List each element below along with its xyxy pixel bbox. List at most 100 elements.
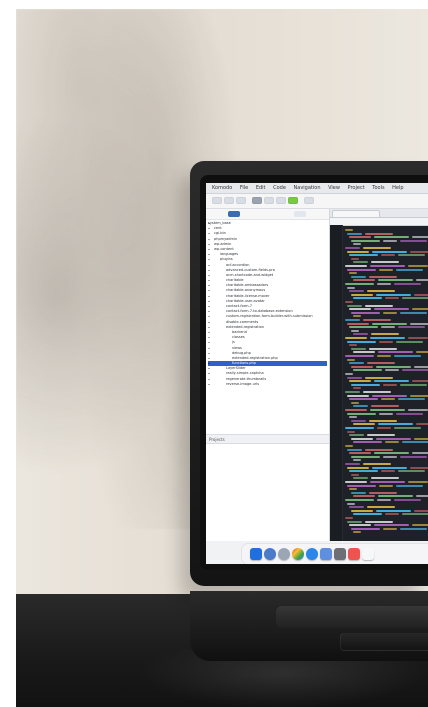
code-line: [351, 365, 373, 368]
code-line: [347, 286, 355, 289]
code-line: [372, 466, 407, 469]
pane-tab-active: [228, 211, 240, 217]
code-line: [378, 351, 413, 354]
code-line: [408, 409, 428, 411]
code-line: [398, 470, 425, 473]
code-line: [410, 394, 428, 397]
projects-pane: [206, 445, 329, 541]
code-line: [410, 250, 428, 253]
code-line: [351, 383, 380, 386]
code-line: [351, 527, 380, 530]
code-line: [353, 531, 361, 534]
code-line: [416, 279, 428, 282]
menu-item: File: [239, 185, 249, 191]
code-line: [383, 239, 397, 242]
code-line: [377, 427, 391, 429]
dock: [242, 544, 428, 564]
code-line: [377, 283, 391, 285]
code-line: [412, 452, 428, 455]
code-line: [345, 427, 374, 429]
code-line: [416, 423, 428, 426]
code-line: [351, 275, 366, 278]
code-line: [394, 499, 421, 501]
code-line: [398, 254, 425, 257]
code-line: [345, 247, 360, 249]
code-line: [371, 405, 399, 408]
code-line: [347, 412, 376, 415]
keyboard: [276, 606, 428, 628]
menu-item: Code: [273, 185, 286, 191]
code-line: [402, 369, 428, 372]
code-area: [343, 225, 428, 541]
code-line: [353, 459, 361, 462]
code-line: [383, 527, 397, 530]
code-line: [351, 473, 359, 476]
code-line: [351, 401, 359, 404]
chrome-icon: [292, 548, 304, 560]
code-line: [367, 434, 395, 437]
code-line: [353, 405, 368, 408]
code-line: [347, 394, 369, 397]
code-line: [351, 491, 366, 494]
project-pane: system_base cent cgi-bin phpmyadmin wp-a…: [206, 209, 330, 541]
code-line: [408, 337, 428, 339]
code-line: [377, 499, 391, 501]
code-line: [365, 304, 393, 307]
siri-icon: [264, 548, 276, 560]
code-line: [410, 466, 428, 469]
code-line: [353, 243, 361, 246]
code-line: [416, 351, 428, 354]
code-line: [378, 279, 413, 282]
code-line: [345, 319, 360, 321]
code-line: [371, 333, 399, 336]
code-line: [383, 455, 397, 458]
code-line: [349, 254, 378, 257]
code-line: [379, 268, 393, 271]
code-line: [370, 337, 405, 339]
code-line: [379, 340, 393, 343]
pane-tab: [294, 211, 306, 217]
laptop-bezel: Komodo File Edit Code Navigation View Pr…: [200, 175, 428, 570]
toolbar-button: [212, 197, 222, 204]
menu-item: Navigation: [293, 185, 321, 191]
code-line: [369, 491, 397, 494]
toolbar-button: [304, 197, 314, 204]
code-line: [385, 369, 399, 372]
code-line: [345, 391, 360, 393]
mail-icon: [320, 548, 332, 560]
code-line: [351, 239, 380, 242]
code-line: [347, 502, 355, 505]
code-line: [347, 466, 369, 469]
code-line: [349, 362, 364, 365]
code-line: [353, 261, 368, 264]
code-line: [408, 481, 428, 483]
code-line: [347, 340, 376, 343]
code-line: [347, 430, 355, 433]
menu-item: Tools: [372, 185, 385, 191]
code-line: [367, 362, 395, 365]
code-line: [370, 409, 405, 411]
file-tree: system_base cent cgi-bin phpmyadmin wp-a…: [208, 221, 327, 431]
code-line: [374, 236, 409, 239]
calendar-icon: [348, 548, 360, 560]
code-line: [394, 427, 421, 429]
code-line: [374, 452, 409, 455]
laptop-screen: Komodo File Edit Code Navigation View Pr…: [206, 183, 428, 564]
code-line: [345, 373, 353, 375]
code-line: [349, 308, 371, 311]
code-line: [365, 376, 393, 379]
projects-header: Projects: [206, 434, 329, 444]
code-line: [349, 434, 364, 437]
code-line: [367, 506, 395, 509]
code-line: [377, 355, 391, 357]
code-line: [394, 355, 421, 357]
code-line: [376, 437, 411, 440]
launchpad-icon: [278, 548, 290, 560]
menu-item: Edit: [255, 185, 266, 191]
code-line: [347, 322, 369, 325]
code-line: [345, 265, 367, 267]
code-editor: [330, 209, 428, 541]
code-line: [353, 477, 368, 480]
code-line: [353, 297, 382, 300]
editor-tab-active: [332, 210, 380, 217]
